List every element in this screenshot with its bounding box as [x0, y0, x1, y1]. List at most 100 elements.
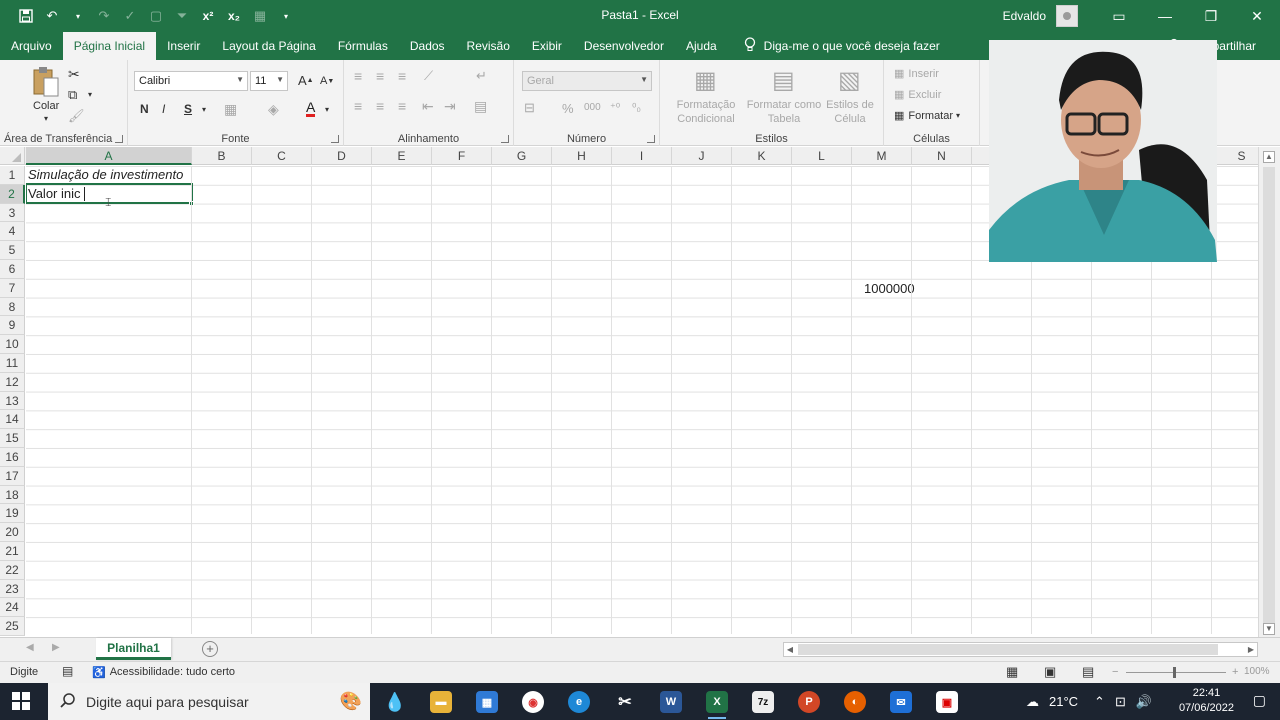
save-icon[interactable]	[16, 6, 36, 26]
store-icon[interactable]: ▦	[476, 691, 498, 713]
fill-color-icon[interactable]: ◈	[268, 101, 279, 118]
paste-label[interactable]: Colar	[33, 100, 59, 112]
page-break-icon[interactable]: ▤	[1082, 664, 1094, 680]
font-name-select[interactable]: Calibri ▼	[134, 71, 248, 91]
excel-icon[interactable]: X	[706, 691, 728, 719]
zoom-level[interactable]: 100%	[1244, 666, 1270, 677]
horizontal-scroll-thumb[interactable]	[798, 644, 1218, 655]
notifications-icon[interactable]: ▢	[1253, 692, 1266, 709]
font-color-icon[interactable]: A	[306, 100, 316, 117]
currency-icon[interactable]: ⊟	[524, 100, 535, 116]
align-bottom-icon[interactable]: ≡	[398, 68, 406, 84]
user-name[interactable]: Edvaldo	[1003, 9, 1046, 23]
scroll-left-icon[interactable]: ◀	[784, 643, 796, 656]
column-header-f[interactable]: F	[432, 147, 492, 165]
decrease-decimal-icon[interactable]: ⁰₀	[632, 101, 641, 114]
macro-record-icon[interactable]: ▤	[62, 664, 73, 678]
font-color-dropdown-icon[interactable]: ▾	[325, 105, 329, 114]
row-header-13[interactable]: 13	[0, 391, 25, 411]
select-all-button[interactable]	[0, 147, 25, 165]
redo-icon[interactable]: ↷	[94, 6, 114, 26]
zoom-out-icon[interactable]: −	[1112, 666, 1118, 678]
format-painter-icon[interactable]: 🖌	[68, 108, 85, 124]
ribbon-display-icon[interactable]: ▭	[1096, 0, 1142, 32]
row-header-15[interactable]: 15	[0, 429, 25, 448]
column-header-h[interactable]: H	[552, 147, 612, 165]
format-cells-button[interactable]: ▦ Formatar ▾	[894, 109, 960, 123]
font-size-select[interactable]: 11 ▼	[250, 71, 288, 91]
align-center-icon[interactable]: ≡	[376, 98, 384, 114]
file-explorer-icon[interactable]: ▬	[430, 691, 452, 713]
column-header-g[interactable]: G	[492, 147, 552, 165]
tab-layout-pagina[interactable]: Layout da Página	[211, 32, 326, 60]
align-middle-icon[interactable]: ≡	[376, 68, 384, 84]
thousands-button[interactable]: 000	[584, 102, 601, 113]
conditional-format-icon[interactable]: ▦	[694, 66, 717, 95]
superscript-icon[interactable]: x²	[198, 6, 218, 26]
firefox-icon[interactable]: ◐	[844, 691, 866, 713]
pdf-reader-icon[interactable]: ▣	[936, 691, 958, 713]
sheet-prev-icon[interactable]: ◀	[26, 642, 34, 653]
chrome-icon[interactable]: ◉	[522, 691, 544, 713]
vertical-scrollbar[interactable]: ▲ ▼	[1258, 147, 1280, 637]
tab-dados[interactable]: Dados	[399, 32, 456, 60]
column-header-a[interactable]: A	[26, 147, 192, 165]
increase-font-icon[interactable]: A ▲	[298, 73, 314, 88]
format-as-table-button[interactable]: Formatar como Tabela	[744, 98, 824, 126]
scroll-up-icon[interactable]: ▲	[1263, 151, 1275, 163]
paint-3d-icon[interactable]: 💧	[384, 691, 406, 713]
column-header-c[interactable]: C	[252, 147, 312, 165]
decrease-indent-icon[interactable]: ⇤	[422, 98, 434, 115]
wrap-text-icon[interactable]: ↵	[476, 68, 487, 84]
row-header-14[interactable]: 14	[0, 410, 25, 430]
tab-exibir[interactable]: Exibir	[521, 32, 573, 60]
row-header-8[interactable]: 8	[0, 297, 25, 317]
column-header-d[interactable]: D	[312, 147, 372, 165]
7zip-icon[interactable]: 7z	[752, 691, 774, 713]
weather-temp[interactable]: 21°C	[1049, 694, 1078, 709]
tell-me-search[interactable]: Diga-me o que você deseja fazer	[744, 37, 940, 55]
snipping-tool-icon[interactable]: ✂	[614, 691, 636, 713]
increase-decimal-icon[interactable]: ⁺⁰	[610, 101, 620, 114]
column-header-m[interactable]: M	[852, 147, 912, 165]
close-icon[interactable]: ✕	[1234, 0, 1280, 32]
sheet-next-icon[interactable]: ▶	[52, 642, 60, 653]
conditional-format-button[interactable]: Formatação Condicional	[668, 98, 744, 126]
tab-desenvolvedor[interactable]: Desenvolvedor	[573, 32, 675, 60]
vertical-scroll-thumb[interactable]	[1263, 167, 1275, 627]
edge-icon[interactable]: e	[568, 691, 590, 713]
row-header-25[interactable]: 25	[0, 617, 25, 636]
tab-formulas[interactable]: Fórmulas	[327, 32, 399, 60]
row-header-16[interactable]: 16	[0, 448, 25, 467]
tab-ajuda[interactable]: Ajuda	[675, 32, 728, 60]
word-icon[interactable]: W	[660, 691, 682, 713]
powerpoint-icon[interactable]: P	[798, 691, 820, 713]
subscript-icon[interactable]: x₂	[224, 6, 244, 26]
weather-icon[interactable]: ☁	[1026, 694, 1039, 710]
row-header-24[interactable]: 24	[0, 598, 25, 618]
underline-button[interactable]: S	[184, 102, 192, 116]
clipboard-launcher-icon[interactable]	[115, 135, 123, 143]
column-header-i[interactable]: I	[612, 147, 672, 165]
row-header-5[interactable]: 5	[0, 241, 25, 260]
underline-dropdown-icon[interactable]: ▾	[202, 105, 206, 114]
tab-revisao[interactable]: Revisão	[456, 32, 521, 60]
tab-inserir[interactable]: Inserir	[156, 32, 211, 60]
row-header-20[interactable]: 20	[0, 523, 25, 542]
row-header-3[interactable]: 3	[0, 203, 25, 223]
new-doc-icon[interactable]: ▢	[146, 6, 166, 26]
row-header-21[interactable]: 21	[0, 542, 25, 561]
restore-icon[interactable]: ❐	[1188, 0, 1234, 32]
tab-arquivo[interactable]: Arquivo	[0, 32, 63, 60]
sheet-tab-planilha1[interactable]: Planilha1	[96, 638, 171, 660]
alignment-launcher-icon[interactable]	[501, 135, 509, 143]
row-header-4[interactable]: 4	[0, 222, 25, 242]
clock[interactable]: 22:41 07/06/2022	[1179, 686, 1234, 716]
taskbar-search[interactable]: Digite aqui para pesquisar 🎨	[48, 683, 370, 720]
row-header-19[interactable]: 19	[0, 504, 25, 524]
increase-indent-icon[interactable]: ⇥	[444, 98, 456, 115]
row-header-18[interactable]: 18	[0, 485, 25, 505]
column-header-b[interactable]: B	[192, 147, 252, 165]
mail-icon[interactable]: ✉	[890, 691, 912, 713]
format-table-icon[interactable]: ▤	[772, 66, 795, 95]
